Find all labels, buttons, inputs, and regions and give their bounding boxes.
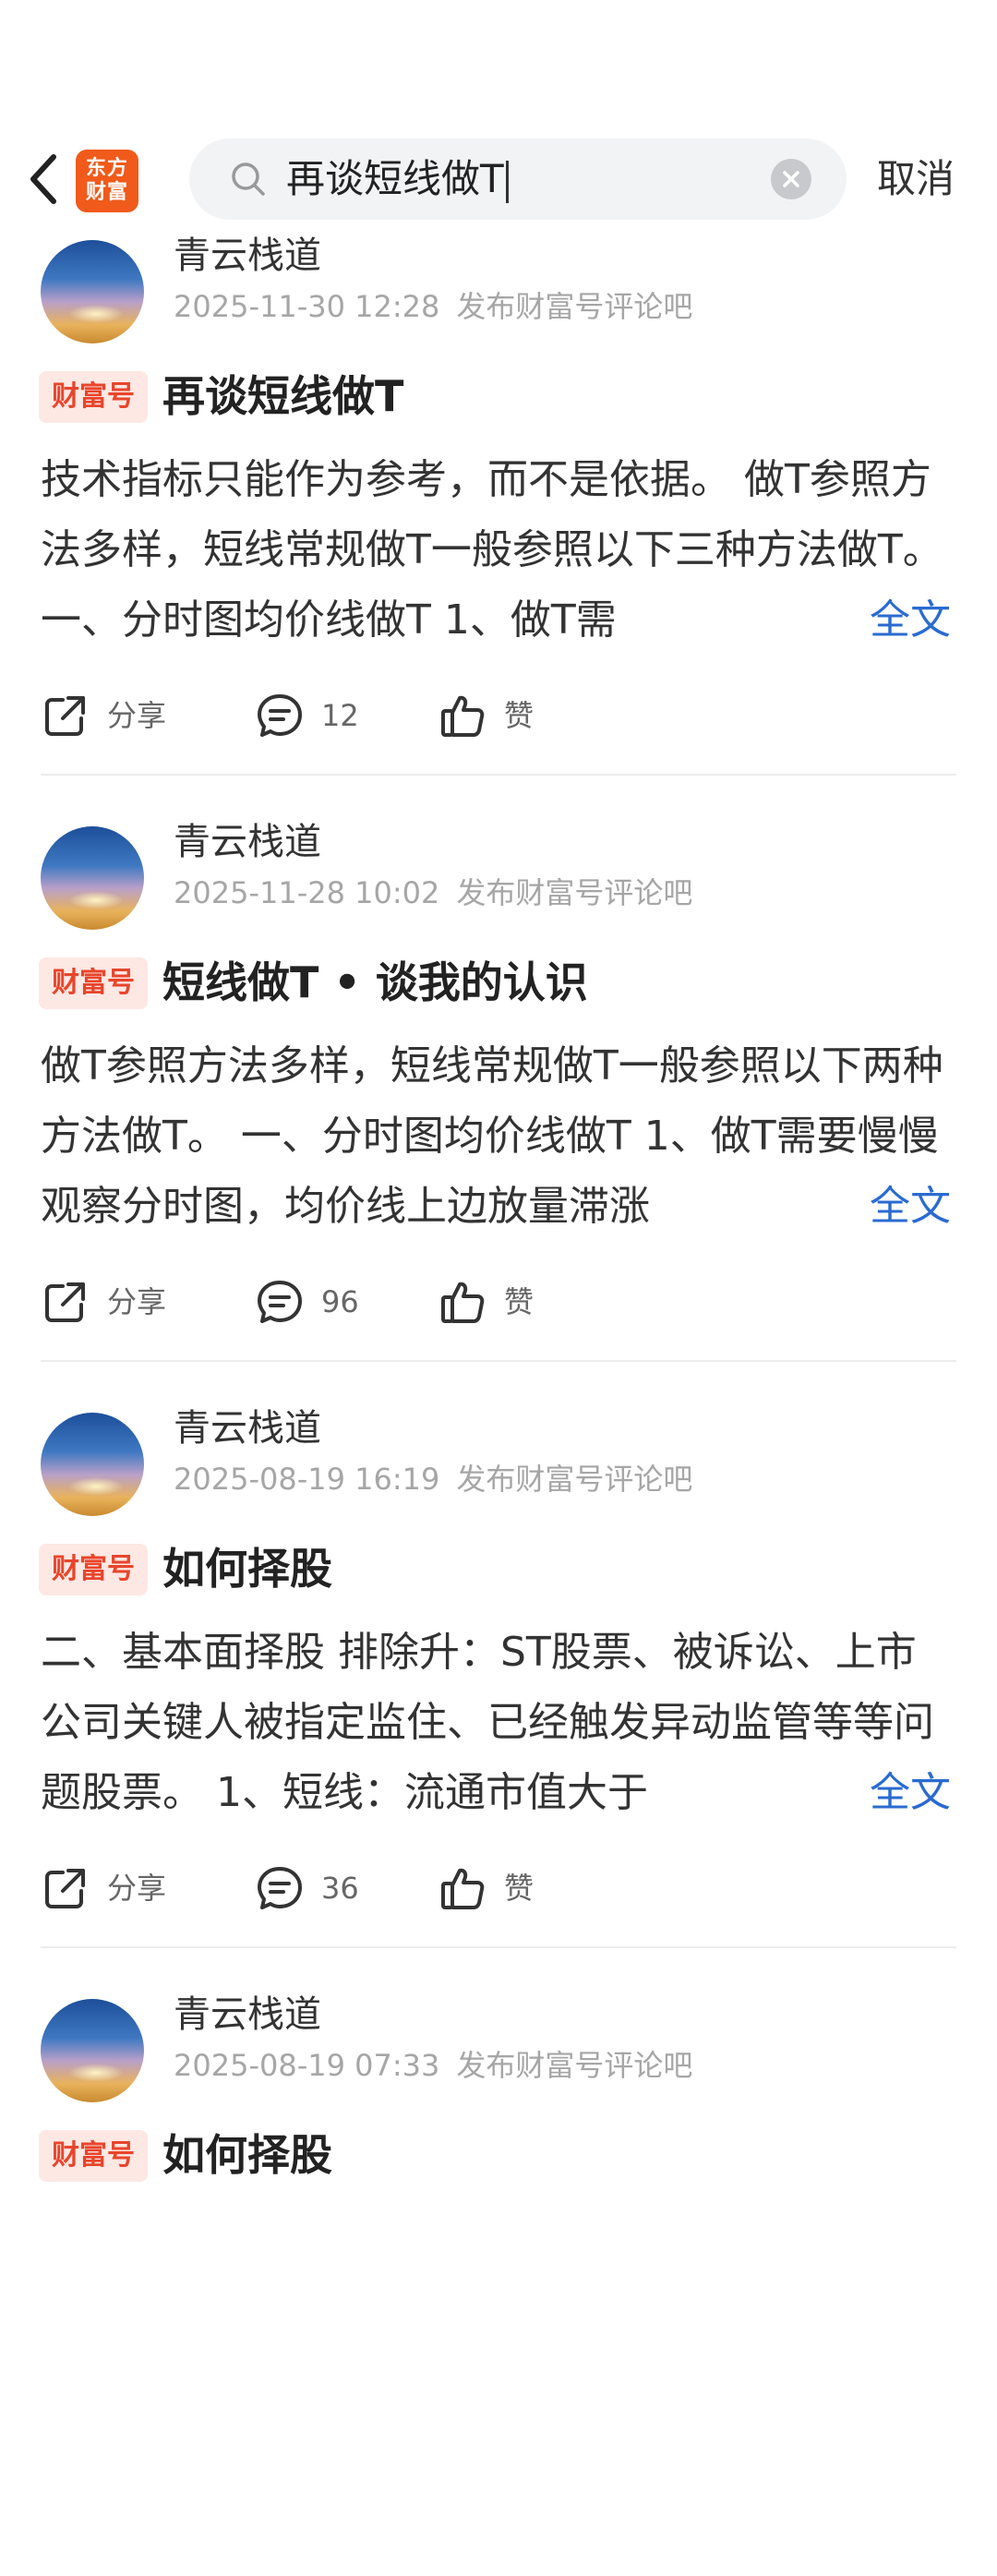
full-text-link[interactable]: 全文 — [833, 1172, 951, 1242]
author-name[interactable]: 青云栈道 — [174, 817, 321, 867]
post-meta: 2025-11-28 10:02 发布财富号评论吧 — [174, 873, 692, 913]
post-time: 2025-08-19 07:33 — [174, 2048, 440, 2083]
avatar[interactable] — [41, 1413, 144, 1516]
back-button[interactable] — [17, 142, 72, 216]
post-card[interactable]: 青云栈道 2025-11-30 12:28 发布财富号评论吧 财富号 再谈短线做T… — [0, 231, 997, 817]
post-title[interactable]: 如何择股 — [162, 2125, 332, 2185]
post-title[interactable]: 如何择股 — [162, 1538, 332, 1599]
share-icon — [45, 696, 85, 736]
chevron-left-icon — [30, 154, 56, 204]
full-text-link[interactable]: 全文 — [833, 585, 951, 656]
post-title[interactable]: 短线做T • 谈我的认识 — [162, 952, 588, 1013]
status-bar — [0, 0, 997, 129]
close-icon — [783, 171, 799, 187]
divider — [41, 774, 956, 776]
share-label: 分享 — [107, 698, 167, 733]
caifuhao-badge: 财富号 — [39, 1544, 148, 1595]
search-input[interactable]: 再谈短线做T — [189, 138, 847, 220]
avatar[interactable] — [41, 826, 144, 930]
post-source: 发布财富号评论吧 — [456, 875, 693, 910]
search-icon — [232, 163, 265, 196]
logo-line-2: 财富 — [85, 181, 128, 204]
post-source: 发布财富号评论吧 — [456, 2048, 693, 2083]
post-time: 2025-11-30 12:28 — [174, 289, 440, 324]
search-results-list: 青云栈道 2025-11-30 12:28 发布财富号评论吧 财富号 再谈短线做T… — [0, 231, 997, 2576]
post-card[interactable]: 青云栈道 2025-08-19 07:33 发布财富号评论吧 财富号 如何择股 — [0, 1990, 997, 2576]
like-button[interactable]: 赞 — [438, 688, 534, 743]
like-label: 赞 — [504, 1871, 535, 1906]
comment-count: 96 — [321, 1284, 359, 1319]
search-header: 东方 财富 再谈短线做T 取消 — [0, 129, 997, 231]
app-logo[interactable]: 东方 财富 — [76, 150, 138, 212]
post-excerpt[interactable]: 技术指标只能作为参考，而不是依据。 做T参照方法多样，短线常规做T一般参照以下三… — [41, 445, 955, 656]
post-time: 2025-08-19 16:19 — [174, 1462, 440, 1497]
share-icon — [45, 1869, 85, 1908]
share-label: 分享 — [107, 1284, 167, 1319]
share-button[interactable]: 分享 — [41, 1274, 255, 1330]
search-text[interactable]: 再谈短线做T — [286, 155, 509, 203]
like-button[interactable]: 赞 — [438, 1274, 534, 1330]
comment-icon — [258, 1867, 302, 1909]
comment-button[interactable]: 12 — [255, 688, 438, 743]
share-icon — [45, 1282, 85, 1322]
like-button[interactable]: 赞 — [438, 1860, 534, 1916]
share-label: 分享 — [107, 1871, 167, 1906]
comment-button[interactable]: 96 — [255, 1274, 438, 1330]
post-time: 2025-11-28 10:02 — [174, 875, 440, 910]
comment-count: 36 — [321, 1871, 359, 1906]
author-name[interactable]: 青云栈道 — [174, 231, 321, 281]
author-name[interactable]: 青云栈道 — [174, 1990, 321, 2040]
post-meta: 2025-11-30 12:28 发布财富号评论吧 — [174, 286, 692, 327]
thumbs-up-icon — [441, 1868, 485, 1909]
avatar[interactable] — [41, 240, 144, 343]
post-source: 发布财富号评论吧 — [456, 1462, 693, 1497]
post-meta: 2025-08-19 07:33 发布财富号评论吧 — [174, 2045, 692, 2086]
logo-line-1: 东方 — [85, 157, 128, 180]
post-card[interactable]: 青云栈道 2025-08-19 16:19 发布财富号评论吧 财富号 如何择股 二… — [0, 1403, 997, 1990]
post-excerpt[interactable]: 二、基本面择股 排除升：ST股票、被诉讼、上市公司关键人被指定监住、已经触发异动… — [41, 1618, 955, 1828]
comment-icon — [258, 694, 302, 737]
thumbs-up-icon — [441, 695, 485, 737]
comment-icon — [258, 1281, 302, 1323]
comment-count: 12 — [321, 698, 359, 733]
full-text-link[interactable]: 全文 — [833, 1758, 951, 1828]
text-caret — [505, 160, 509, 203]
divider — [41, 1946, 956, 1948]
thumbs-up-icon — [441, 1282, 485, 1323]
share-button[interactable]: 分享 — [41, 1860, 255, 1916]
search-query: 再谈短线做T — [286, 156, 504, 201]
caifuhao-badge: 财富号 — [39, 2130, 148, 2182]
post-actions: 分享 96 赞 — [41, 1274, 955, 1330]
post-excerpt[interactable]: 做T参照方法多样，短线常规做T一般参照以下两种方法做T。 一、分时图均价线做T … — [41, 1031, 955, 1242]
divider — [41, 1360, 956, 1362]
post-actions: 分享 12 赞 — [41, 688, 955, 743]
avatar[interactable] — [41, 1999, 144, 2102]
comment-button[interactable]: 36 — [255, 1860, 438, 1916]
post-title[interactable]: 再谈短线做T — [162, 366, 403, 427]
clear-search-button[interactable] — [771, 159, 811, 199]
caifuhao-badge: 财富号 — [39, 957, 148, 1009]
post-card[interactable]: 青云栈道 2025-11-28 10:02 发布财富号评论吧 财富号 短线做T •… — [0, 817, 997, 1403]
post-source: 发布财富号评论吧 — [456, 289, 693, 324]
post-actions: 分享 36 赞 — [41, 1860, 955, 1916]
post-meta: 2025-08-19 16:19 发布财富号评论吧 — [174, 1459, 692, 1499]
author-name[interactable]: 青云栈道 — [174, 1403, 321, 1453]
share-button[interactable]: 分享 — [41, 688, 255, 743]
like-label: 赞 — [504, 1284, 535, 1319]
caifuhao-badge: 财富号 — [39, 371, 148, 423]
like-label: 赞 — [504, 698, 535, 733]
cancel-button[interactable]: 取消 — [877, 153, 955, 205]
